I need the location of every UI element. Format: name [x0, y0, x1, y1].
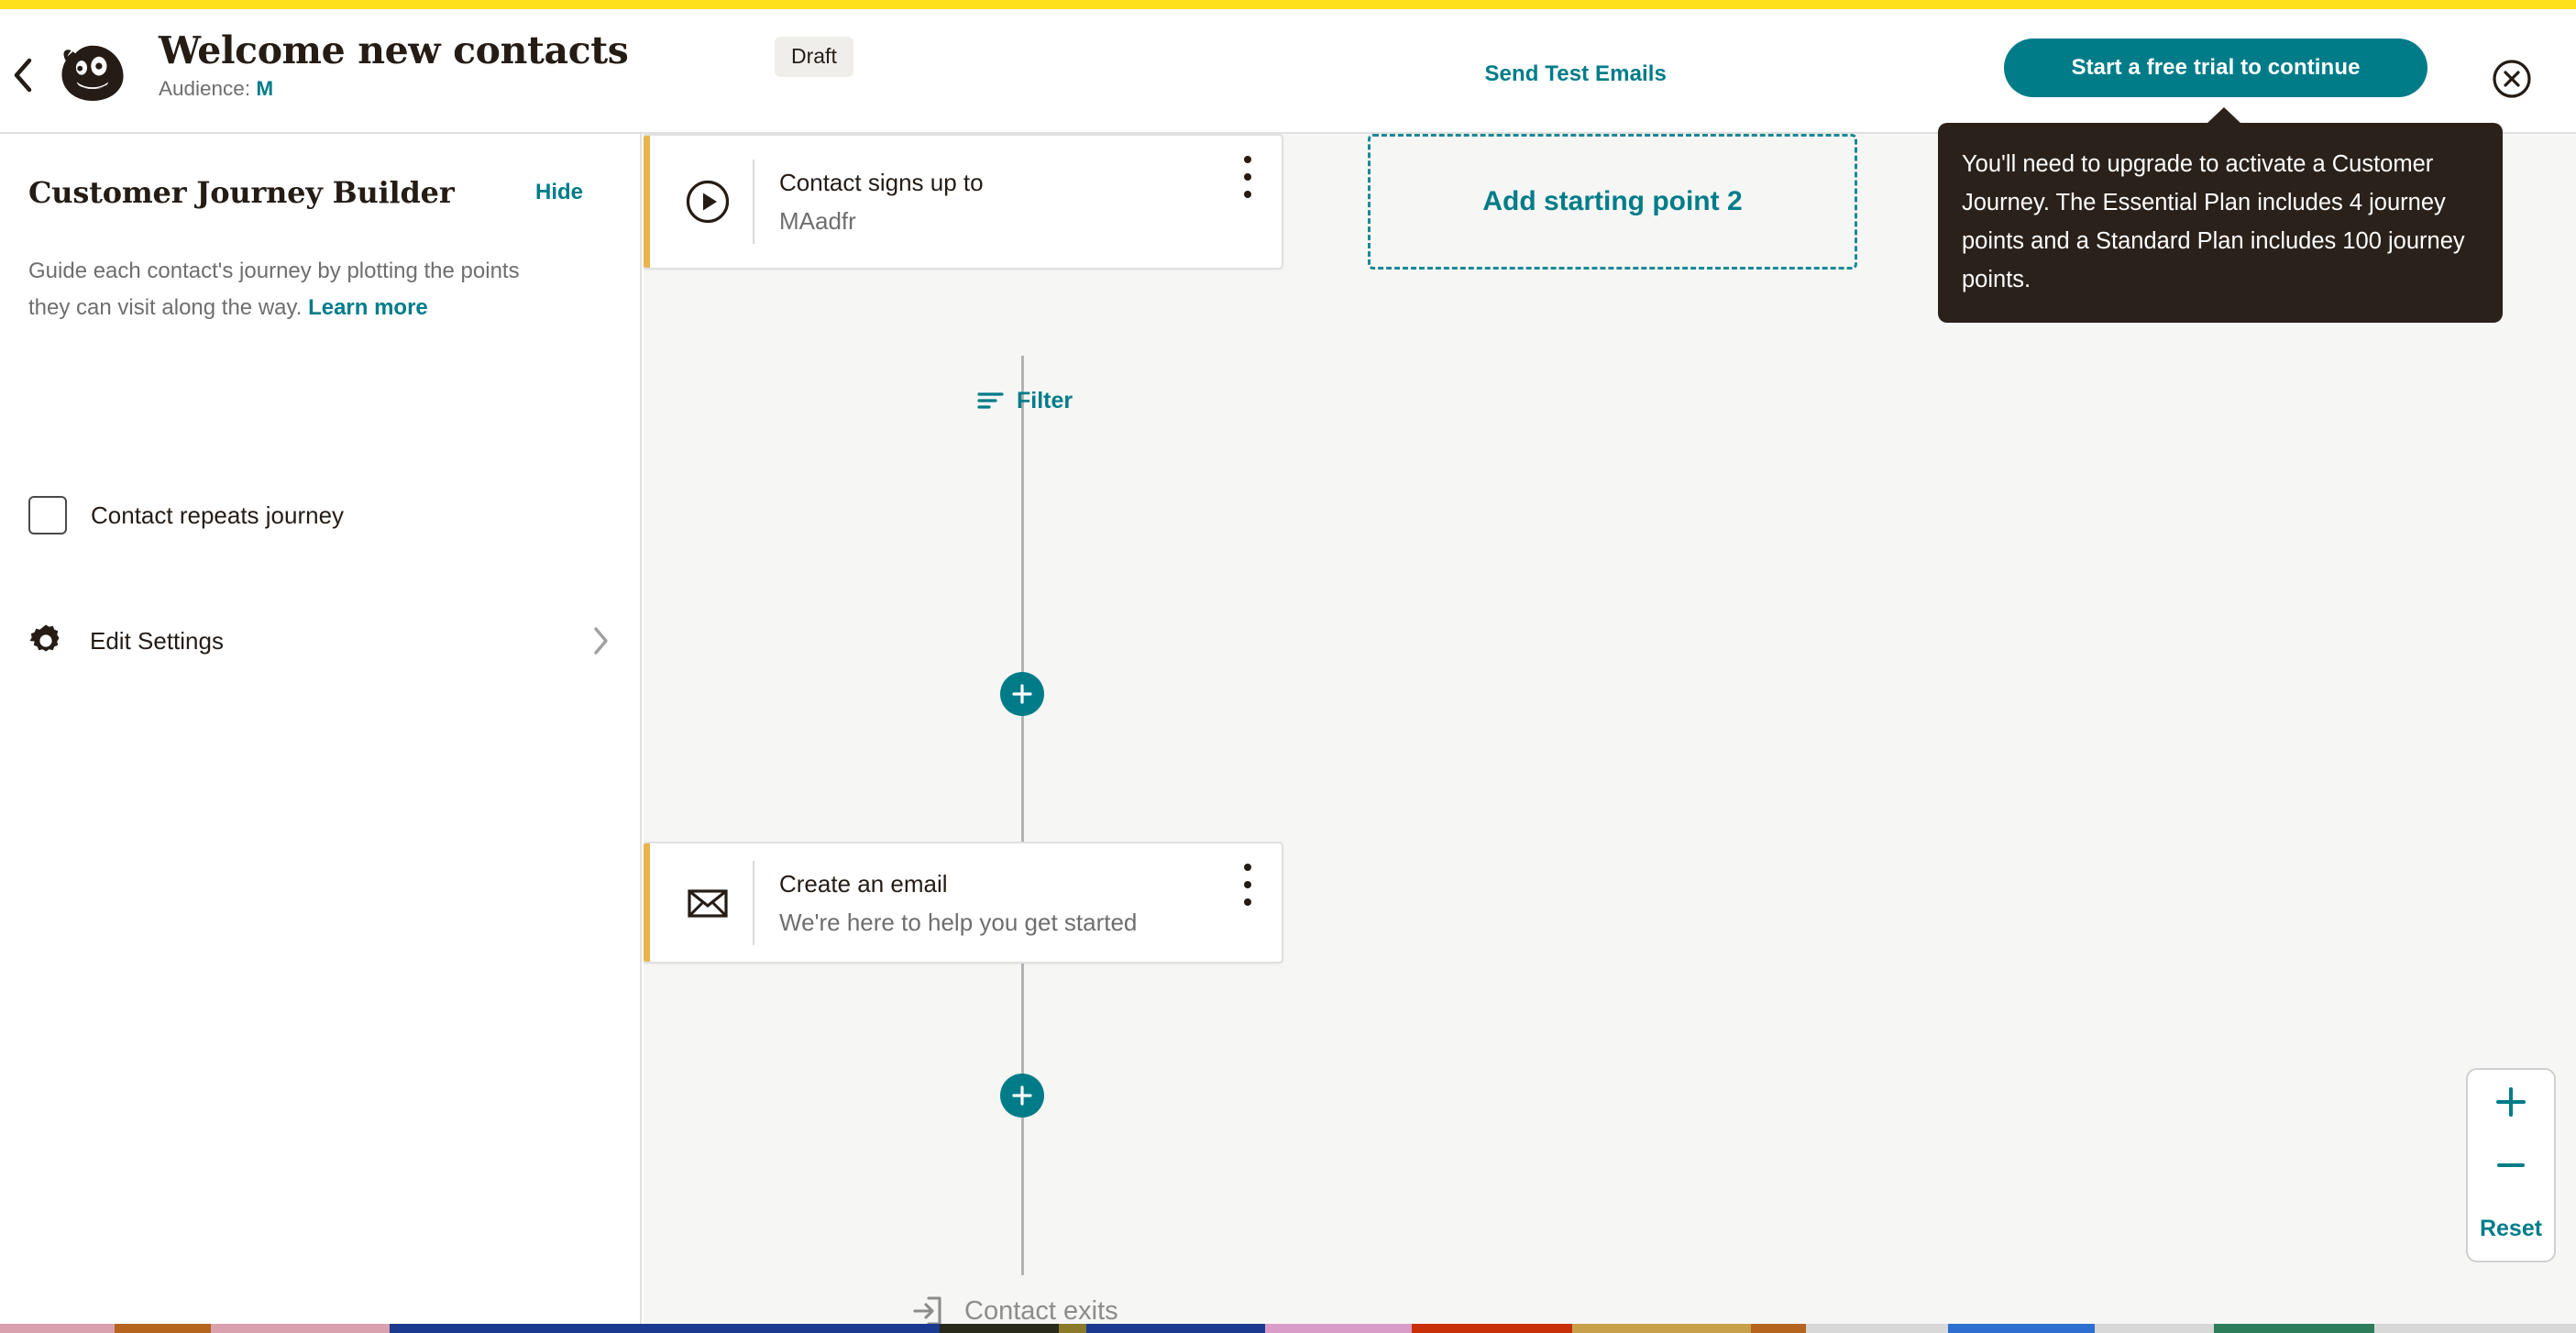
- mailchimp-freddie-logo: [53, 33, 132, 112]
- kebab-menu-icon[interactable]: [1232, 156, 1263, 198]
- plus-icon: [1012, 1085, 1032, 1106]
- send-test-emails-link[interactable]: Send Test Emails: [1484, 61, 1667, 87]
- node-divider: [753, 860, 754, 945]
- filter-button[interactable]: Filter: [977, 387, 1073, 414]
- play-circle-icon-svg: [686, 180, 730, 224]
- back-button[interactable]: [7, 55, 37, 95]
- play-circle-icon: [685, 179, 731, 225]
- close-button[interactable]: [2492, 59, 2532, 99]
- node-text-block: Create an email We're here to help you g…: [779, 867, 1232, 939]
- filter-label: Filter: [1017, 388, 1073, 413]
- sidebar-description-text: Guide each contact's journey by plotting…: [28, 259, 520, 320]
- sidebar-title: Customer Journey Builder: [28, 175, 455, 210]
- journey-builder-sidebar: Customer Journey Builder Hide Guide each…: [0, 134, 642, 1333]
- sidebar-description: Guide each contact's journey by plotting…: [28, 253, 560, 326]
- app-header: Welcome new contacts Audience: M Draft S…: [0, 9, 2576, 134]
- brand-accent-bar: [0, 0, 2576, 9]
- learn-more-link[interactable]: Learn more: [308, 295, 428, 320]
- status-badge: Draft: [775, 37, 853, 77]
- add-journey-step-button-2[interactable]: [1000, 1074, 1044, 1118]
- node-divider: [753, 160, 754, 244]
- edit-settings-label: Edit Settings: [90, 626, 224, 655]
- chevron-right-icon-svg: [594, 627, 608, 655]
- page-title: Welcome new contacts: [159, 28, 629, 72]
- add-starting-point-button[interactable]: Add starting point 2: [1368, 134, 1857, 270]
- journey-node-email[interactable]: Create an email We're here to help you g…: [644, 842, 1283, 964]
- plus-icon: [2496, 1086, 2526, 1117]
- contact-repeats-journey-row[interactable]: Contact repeats journey: [28, 496, 344, 534]
- zoom-in-button[interactable]: [2467, 1070, 2555, 1133]
- contact-exits-label: Contact exits: [964, 1296, 1118, 1326]
- node-accent-bar: [644, 843, 650, 962]
- tooltip-text: You'll need to upgrade to activate a Cus…: [1962, 151, 2465, 292]
- gear-icon-svg: [29, 624, 60, 652]
- connector-line-5: [1021, 964, 1024, 1275]
- journey-node-starting-point[interactable]: Contact signs up to MAadfr: [644, 134, 1283, 270]
- mailchimp-freddie-logo-icon: [61, 45, 124, 101]
- canvas-zoom-control: Reset: [2466, 1068, 2556, 1262]
- node-text-block: Contact signs up to MAadfr: [779, 166, 1232, 237]
- node-title: Contact signs up to: [779, 169, 984, 196]
- zoom-reset-button[interactable]: Reset: [2467, 1197, 2555, 1261]
- node-accent-bar: [644, 136, 650, 268]
- upgrade-tooltip: You'll need to upgrade to activate a Cus…: [1938, 107, 2503, 323]
- plus-icon: [1012, 684, 1032, 704]
- contact-repeats-journey-checkbox[interactable]: [28, 496, 67, 534]
- envelope-icon: [685, 880, 731, 926]
- hide-sidebar-link[interactable]: Hide: [535, 180, 583, 205]
- filter-icon: [977, 390, 1005, 412]
- chevron-right-icon: [592, 626, 611, 655]
- node-subtitle: MAadfr: [779, 207, 856, 235]
- add-journey-step-button-1[interactable]: [1000, 672, 1044, 716]
- filter-icon-svg: [977, 392, 1004, 409]
- edit-settings-row[interactable]: Edit Settings: [0, 601, 642, 680]
- tooltip-arrow: [2207, 107, 2241, 124]
- envelope-icon-svg: [688, 888, 728, 918]
- chevron-left-icon: [14, 58, 32, 93]
- audience-row: Audience: M: [159, 76, 629, 102]
- journey-title-block: Welcome new contacts Audience: M: [159, 28, 629, 102]
- sidebar-header: Customer Journey Builder Hide: [28, 175, 615, 210]
- node-title: Create an email: [779, 869, 948, 898]
- contact-repeats-journey-label: Contact repeats journey: [91, 501, 345, 529]
- zoom-out-button[interactable]: [2467, 1133, 2555, 1196]
- gear-icon: [27, 622, 65, 660]
- desktop-taskbar-sliver: [0, 1324, 2576, 1333]
- node-subtitle: We're here to help you get started: [779, 908, 1138, 936]
- audience-label: Audience:: [159, 77, 251, 100]
- start-free-trial-button[interactable]: Start a free trial to continue: [2004, 39, 2427, 97]
- close-circle-icon: [2493, 60, 2531, 98]
- kebab-menu-icon[interactable]: [1232, 864, 1263, 906]
- audience-name[interactable]: M: [256, 77, 273, 100]
- minus-icon: [2497, 1162, 2525, 1167]
- add-starting-point-label: Add starting point 2: [1482, 186, 1743, 216]
